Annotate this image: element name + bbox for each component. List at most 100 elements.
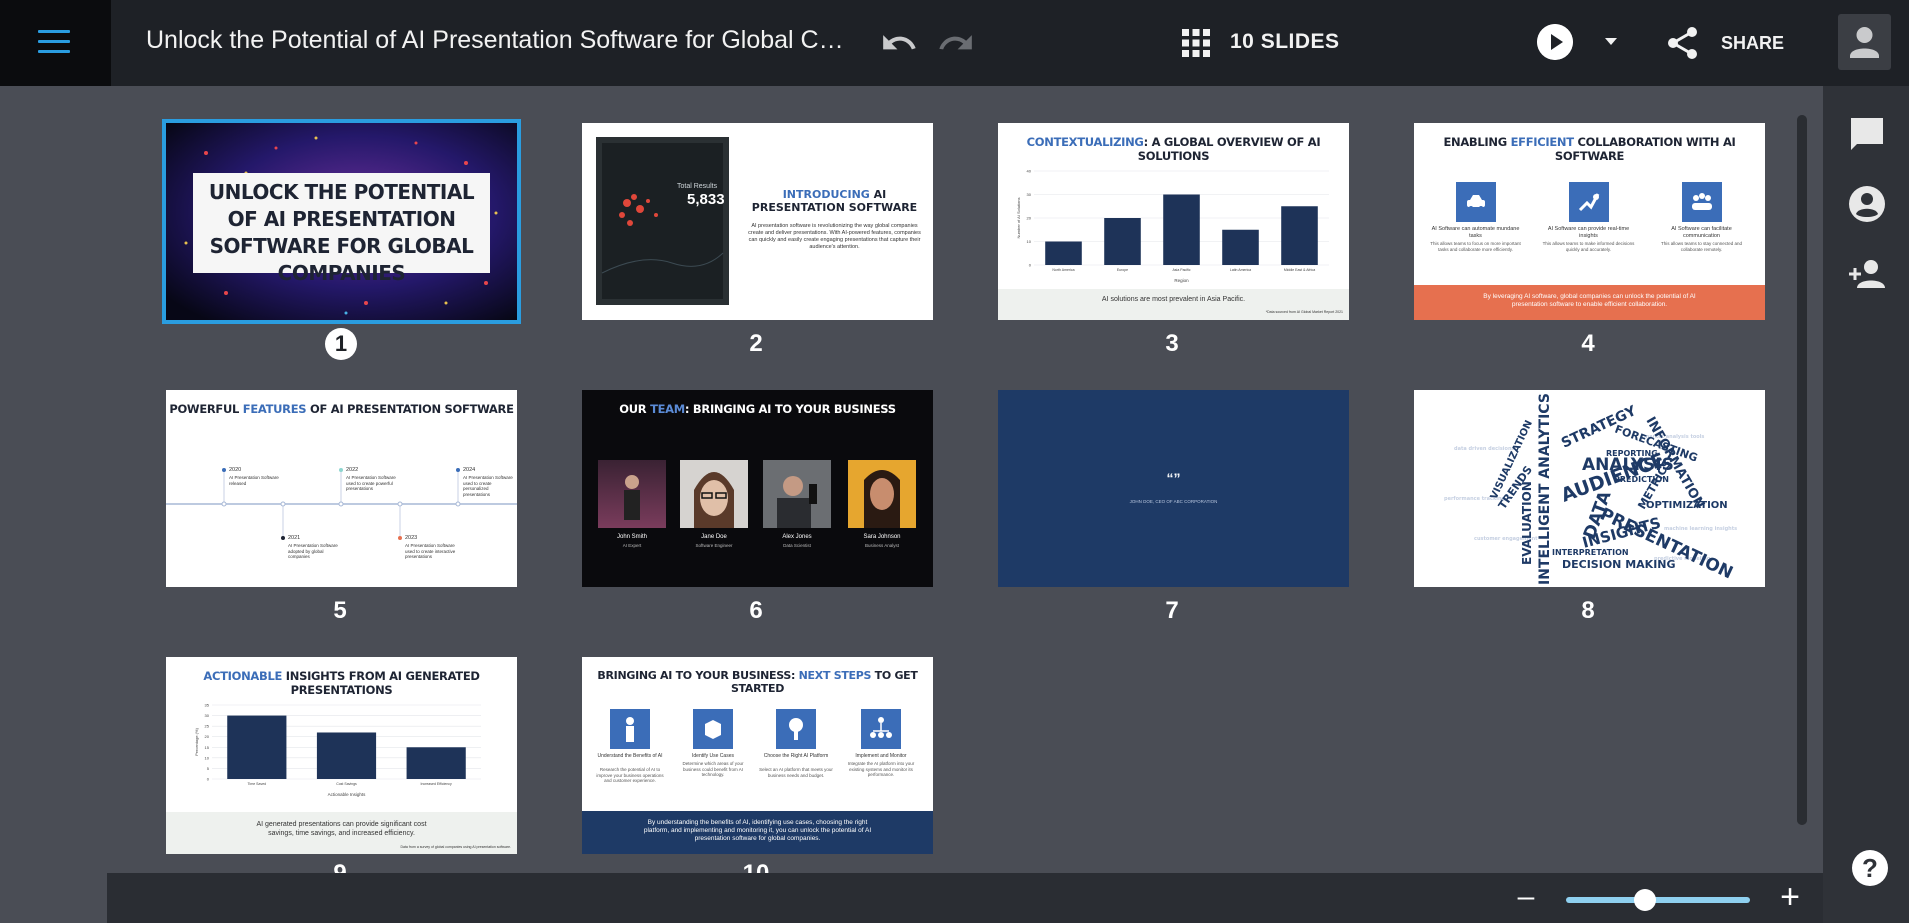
- slide-number-2[interactable]: 2: [738, 329, 774, 359]
- grid-view-icon[interactable]: [1182, 29, 1210, 57]
- zoom-in-button[interactable]: +: [1776, 880, 1804, 914]
- account-circle-icon[interactable]: [1847, 184, 1887, 224]
- x-tick-label: Asia Pacific: [1172, 268, 1190, 272]
- zoom-slider[interactable]: [1566, 897, 1750, 903]
- slide-5-event-3-year: 2022: [346, 467, 359, 473]
- chevron-down-icon[interactable]: [1603, 34, 1619, 50]
- slide-9-footnote: Data from a survey of global companies u…: [400, 845, 511, 849]
- share-button[interactable]: SHARE: [1721, 33, 1784, 54]
- menu-button[interactable]: [0, 0, 111, 86]
- y-tick-label: 20: [1027, 216, 1032, 221]
- zoom-out-button[interactable]: –: [1513, 882, 1539, 912]
- y-tick-label: 10: [205, 755, 210, 760]
- team-photo-1: [598, 460, 666, 528]
- bar: [1222, 229, 1259, 265]
- slide-thumbnail-3[interactable]: CONTEXTUALIZING: A GLOBAL OVERVIEW OF AI…: [998, 123, 1349, 320]
- team-photo-3: [763, 460, 831, 528]
- slide-6-title: OUR TEAM: BRINGING AI TO YOUR BUSINESS: [582, 402, 933, 416]
- slide-2-title: INTRODUCING AI PRESENTATION SOFTWARE: [742, 188, 927, 214]
- slide-6-title-pre: OUR: [619, 402, 647, 416]
- slide-3-title-rest: : A GLOBAL OVERVIEW OF AI SOLUTIONS: [1137, 135, 1321, 163]
- team-member-1-role: AI Expert: [622, 543, 642, 548]
- help-button[interactable]: ?: [1852, 850, 1888, 886]
- slides-count[interactable]: 10 SLIDES: [1230, 30, 1340, 54]
- slide-thumbnail-10[interactable]: BRINGING AI TO YOUR BUSINESS: NEXT STEPS…: [582, 657, 933, 854]
- slide-number-4[interactable]: 4: [1570, 329, 1606, 359]
- slide-9-caption: AI generated presentations can provide s…: [256, 821, 427, 837]
- user-icon: [1850, 27, 1879, 58]
- slide-number-8[interactable]: 8: [1570, 596, 1606, 626]
- play-icon[interactable]: [1537, 24, 1573, 60]
- robot-hand-icon: [1569, 182, 1609, 222]
- slide-thumbnail-2[interactable]: Total Results 5,833 INTRODUCING AI PRESE…: [582, 123, 933, 320]
- quote-icon: “”: [1166, 470, 1181, 486]
- slide-10-step-4-body: Integrate the AI platform into your exis…: [847, 761, 915, 777]
- slide-thumbnail-8[interactable]: data driven decisions customer engagement…: [1414, 390, 1765, 587]
- y-tick-label: 30: [1027, 192, 1032, 197]
- slide-3-caption: AI solutions are most prevalent in Asia …: [1101, 296, 1246, 303]
- slide-10-step-1-body: Research the potential of AI to improve …: [596, 767, 664, 783]
- team-photo-4: [848, 460, 916, 528]
- y-tick-label: 0: [1029, 263, 1032, 268]
- slide-thumbnail-6[interactable]: OUR TEAM: BRINGING AI TO YOUR BUSINESS J…: [582, 390, 933, 587]
- y-tick-label: 20: [205, 734, 210, 739]
- slide-5-event-4-text: AI Presentation Software used to create …: [405, 543, 456, 559]
- slide-number-5[interactable]: 5: [322, 596, 358, 626]
- x-tick-label: Cost Savings: [336, 782, 357, 786]
- share-icon[interactable]: [1665, 25, 1701, 61]
- add-person-icon[interactable]: [1847, 254, 1887, 294]
- slide-4-col-3-head: AI Software can facilitate communication: [1671, 226, 1732, 239]
- slide-number-7[interactable]: 7: [1154, 596, 1190, 626]
- bar: [316, 732, 377, 779]
- document-title[interactable]: Unlock the Potential of AI Presentation …: [146, 26, 846, 55]
- slide-thumbnail-5[interactable]: POWERFUL FEATURES OF AI PRESENTATION SOF…: [166, 390, 517, 587]
- scrollbar-thumb[interactable]: [1797, 115, 1807, 825]
- slide-thumbnail-9[interactable]: ACTIONABLE INSIGHTS FROM AI GENERATED PR…: [166, 657, 517, 854]
- slide-number-6[interactable]: 6: [738, 596, 774, 626]
- word-decision-making: DECISION MAKING: [1562, 558, 1676, 571]
- slide-5-event-3-text: AI Presentation Software used to create …: [346, 475, 396, 491]
- bar: [1163, 194, 1200, 265]
- slide-10-title: BRINGING AI TO YOUR BUSINESS: NEXT STEPS…: [582, 669, 933, 695]
- zoom-slider-knob[interactable]: [1634, 889, 1657, 911]
- svg-text:data driven decisions: data driven decisions: [1454, 446, 1515, 452]
- slide-4-title: ENABLING EFFICIENT COLLABORATION WITH AI…: [1414, 135, 1765, 163]
- y-tick-label: 30: [205, 713, 210, 718]
- x-tick-label: Middle East & Africa: [1284, 268, 1315, 272]
- team-member-2-role: Software Engineer: [695, 543, 733, 548]
- slide-3-title: CONTEXTUALIZING: A GLOBAL OVERVIEW OF AI…: [998, 135, 1349, 163]
- slide-thumbnail-4[interactable]: ENABLING EFFICIENT COLLABORATION WITH AI…: [1414, 123, 1765, 320]
- slide-10-title-highlight: NEXT STEPS: [798, 669, 872, 682]
- redo-icon[interactable]: [937, 24, 975, 62]
- word-evaluation: EVALUATION: [1520, 481, 1534, 565]
- slide-4-col-1-body: This allows teams to focus on more impor…: [1430, 241, 1521, 252]
- team-member-4-name: Sara Johnson: [863, 534, 901, 540]
- slide-number-10[interactable]: 10: [738, 864, 774, 873]
- slide-2-stat-label: Total Results: [677, 183, 718, 190]
- team-member-4-role: Business Analyst: [864, 543, 900, 548]
- undo-icon[interactable]: [880, 24, 918, 62]
- comment-icon[interactable]: [1847, 114, 1887, 154]
- slide-4-col-2-body: This allows teams to make informed decis…: [1542, 241, 1635, 252]
- slide-number-3[interactable]: 3: [1154, 329, 1190, 359]
- scrollbar[interactable]: [1797, 115, 1807, 825]
- slide-5-event-1-year: 2020: [229, 467, 242, 473]
- slide-4-title-pre: ENABLING: [1443, 135, 1507, 149]
- slide-thumbnail-1[interactable]: UNLOCK THE POTENTIAL OF AI PRESENTATION …: [162, 119, 521, 324]
- slide-10-step-2-body: Determine which areas of your business c…: [682, 761, 744, 777]
- slide-thumbnail-7[interactable]: “” JOHN DOE, CEO OF ABC CORPORATION: [998, 390, 1349, 587]
- slide-5-event-2-year: 2021: [288, 535, 301, 541]
- slide-number-1[interactable]: 1: [325, 328, 357, 360]
- bar: [227, 715, 287, 779]
- slide-4-col-2-head: AI Software can provide real-time insigh…: [1547, 226, 1630, 239]
- word-optimization: OPTIMIZATION: [1646, 500, 1728, 511]
- y-tick-label: 40: [1027, 169, 1032, 174]
- user-avatar[interactable]: [1838, 14, 1891, 70]
- slide-number-9[interactable]: 9: [322, 864, 358, 873]
- slide-3-title-highlight: CONTEXTUALIZING: [1026, 135, 1144, 149]
- slide-5-event-1-text: AI Presentation Software released: [229, 475, 279, 486]
- team-member-1-name: John Smith: [616, 534, 647, 540]
- box-icon: [693, 709, 733, 749]
- bar: [406, 747, 466, 779]
- word-prediction: PREDICTION: [1614, 475, 1669, 484]
